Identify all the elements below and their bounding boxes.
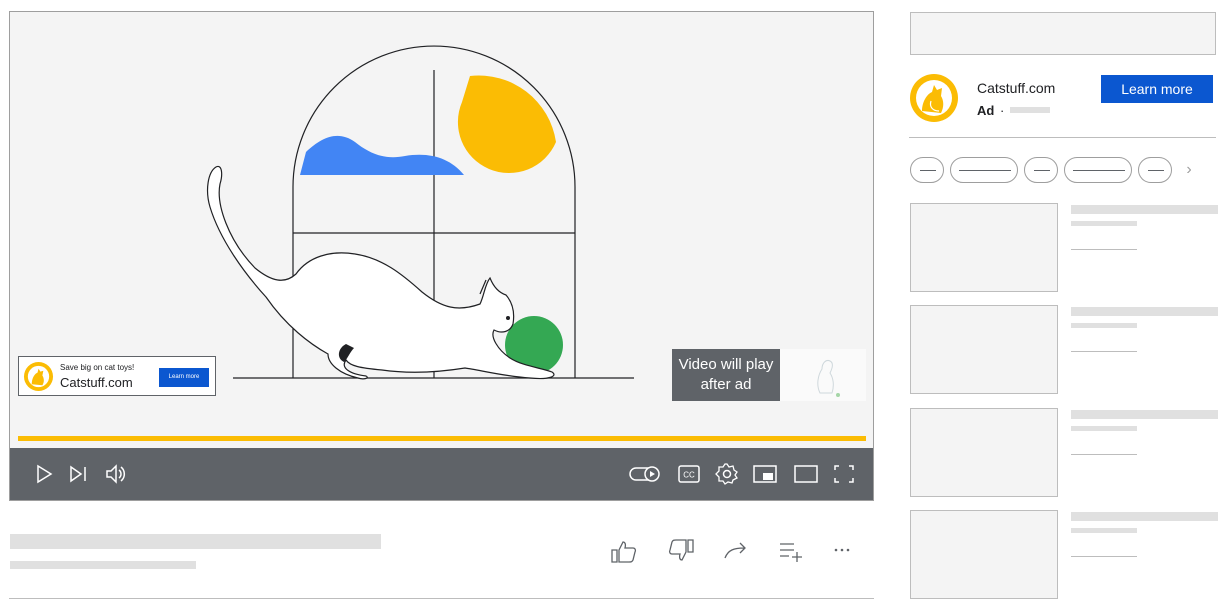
video-player[interactable]: Save big on cat toys! Catstuff.com Learn… <box>9 11 874 501</box>
sidebar-divider <box>909 137 1216 138</box>
svg-text:CC: CC <box>683 471 695 480</box>
theater-mode-icon <box>794 465 818 483</box>
sidebar-ad-domain: Catstuff.com <box>977 80 1056 96</box>
sidebar-ad-label: Ad <box>977 103 995 118</box>
content-divider <box>9 598 874 599</box>
chevron-right-icon: › <box>1186 161 1192 178</box>
overlay-ad-learn-more-button[interactable]: Learn more <box>159 368 209 387</box>
player-control-bar: CC <box>10 448 873 500</box>
catstuff-logo-icon <box>910 74 958 122</box>
next-video-thumbnail <box>780 349 866 401</box>
skip-notice-text: Video will play after ad <box>672 349 780 401</box>
overlay-ad-domain: Catstuff.com <box>60 375 133 390</box>
overlay-ad-banner[interactable]: Save big on cat toys! Catstuff.com Learn… <box>18 356 216 396</box>
filter-chip[interactable] <box>1024 157 1058 183</box>
closed-captions-icon: CC <box>678 465 700 483</box>
recommendation-thumbnail[interactable] <box>910 510 1058 599</box>
overlay-ad-headline: Save big on cat toys! <box>60 363 135 372</box>
catstuff-logo-icon <box>23 361 54 392</box>
more-options-icon <box>834 548 850 552</box>
miniplayer-icon <box>753 465 777 483</box>
recommendation-meta-placeholder <box>1071 556 1137 557</box>
recommendation-thumbnail[interactable] <box>910 305 1058 394</box>
ad-progress-fill <box>18 436 866 441</box>
fullscreen-button[interactable] <box>830 460 858 488</box>
like-button[interactable] <box>609 538 639 564</box>
recommendation-meta-placeholder <box>1071 351 1137 352</box>
cat-shape <box>206 165 555 380</box>
theater-mode-button[interactable] <box>792 460 820 488</box>
recommendation-thumbnail[interactable] <box>910 203 1058 292</box>
skip-notice[interactable]: Video will play after ad <box>672 349 866 401</box>
sidebar-ad-learn-more-button[interactable]: Learn more <box>1101 75 1213 103</box>
dislike-button[interactable] <box>666 538 696 564</box>
autoplay-toggle[interactable] <box>628 460 662 488</box>
cat-nose <box>506 316 510 320</box>
dislike-icon <box>668 539 694 561</box>
recommendation-channel-placeholder <box>1071 528 1137 533</box>
save-to-playlist-button[interactable] <box>777 538 807 564</box>
recommendation-title-placeholder <box>1071 512 1218 521</box>
channel-name-placeholder <box>10 561 196 569</box>
play-button[interactable] <box>30 460 58 488</box>
filter-chip[interactable] <box>1064 157 1132 183</box>
filter-chip[interactable] <box>910 157 944 183</box>
sidebar-search-placeholder[interactable] <box>910 12 1216 55</box>
fullscreen-icon <box>834 465 854 483</box>
filter-chip[interactable] <box>1138 157 1172 183</box>
captions-button[interactable]: CC <box>675 460 703 488</box>
more-options-button[interactable] <box>829 538 859 564</box>
recommendation-title-placeholder <box>1071 205 1218 214</box>
next-button[interactable] <box>64 460 92 488</box>
settings-gear-icon <box>715 463 738 485</box>
share-button[interactable] <box>722 538 752 564</box>
like-icon <box>611 541 637 563</box>
share-icon <box>724 542 746 559</box>
filter-chip[interactable] <box>950 157 1018 183</box>
volume-button[interactable] <box>102 460 130 488</box>
autoplay-toggle-icon <box>629 466 660 482</box>
miniplayer-button[interactable] <box>751 460 779 488</box>
recommendation-title-placeholder <box>1071 307 1218 316</box>
sidebar-ad-separator: · <box>1000 103 1005 118</box>
video-title-placeholder <box>10 534 381 549</box>
recommendation-thumbnail[interactable] <box>910 408 1058 497</box>
chip-scroll-next-button[interactable]: › <box>1180 158 1198 182</box>
recommendation-channel-placeholder <box>1071 323 1137 328</box>
cloud-shape <box>300 135 464 175</box>
sun-shape <box>457 75 556 174</box>
recommendation-channel-placeholder <box>1071 426 1137 431</box>
save-to-playlist-icon <box>780 543 802 562</box>
sidebar-ad-meta-placeholder <box>1010 107 1050 113</box>
volume-icon <box>106 464 126 484</box>
settings-button[interactable] <box>713 460 741 488</box>
recommendation-channel-placeholder <box>1071 221 1137 226</box>
recommendation-title-placeholder <box>1071 410 1218 419</box>
skip-next-icon <box>70 465 86 483</box>
recommendation-meta-placeholder <box>1071 454 1137 455</box>
play-icon <box>37 464 53 484</box>
ad-progress-bar[interactable] <box>18 436 866 441</box>
recommendation-meta-placeholder <box>1071 249 1137 250</box>
